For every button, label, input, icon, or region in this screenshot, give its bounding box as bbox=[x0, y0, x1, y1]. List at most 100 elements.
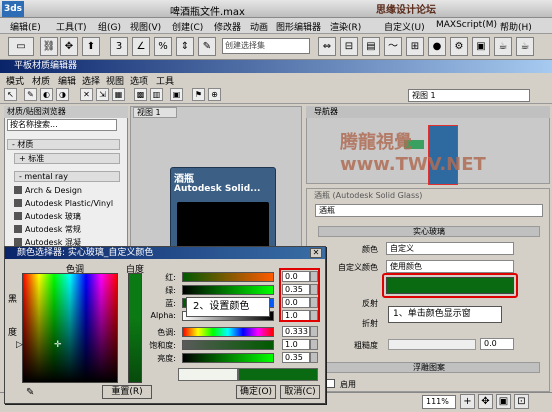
window-title: 啤酒瓶文件.max bbox=[170, 7, 245, 18]
red-slider[interactable] bbox=[182, 272, 274, 282]
saturation-spinner[interactable] bbox=[310, 339, 318, 350]
rollout-solid-glass[interactable]: 实心玻璃 bbox=[318, 226, 540, 237]
saturation-slider[interactable] bbox=[182, 340, 274, 350]
browser-search-input[interactable]: 按名称搜索... bbox=[7, 119, 117, 131]
zoom-region-icon[interactable]: ⊡ bbox=[514, 394, 529, 409]
material-editor-icon[interactable]: ● bbox=[428, 37, 446, 56]
schematic-icon[interactable]: ⊞ bbox=[406, 37, 424, 56]
eyedropper-icon[interactable]: ✎ bbox=[24, 88, 37, 101]
browser-item[interactable]: Autodesk 常规 bbox=[14, 224, 120, 236]
render-icon[interactable]: ☕ bbox=[494, 37, 512, 56]
pick-cursor-icon[interactable]: ↖ bbox=[4, 88, 17, 101]
hue-field[interactable] bbox=[22, 273, 118, 383]
browser-item[interactable]: Autodesk 玻璃 bbox=[14, 211, 120, 223]
menu-animation[interactable]: 动画 bbox=[250, 20, 268, 33]
show-map-icon[interactable]: ▦ bbox=[112, 88, 125, 101]
blue-label: 蓝: bbox=[165, 299, 176, 308]
material-name-input[interactable]: 酒瓶 bbox=[315, 204, 543, 217]
title-bar bbox=[0, 0, 552, 18]
menu-help[interactable]: 帮助(H) bbox=[500, 20, 532, 33]
enable-checkbox[interactable] bbox=[326, 379, 335, 388]
angle-snap-icon[interactable]: ∠ bbox=[132, 37, 150, 56]
browser-category-mentalray[interactable]: - mental ray bbox=[14, 171, 120, 182]
move-children-icon[interactable]: ⇲ bbox=[96, 88, 109, 101]
saturation-value[interactable]: 1.0 bbox=[282, 339, 310, 350]
menu-edit[interactable]: 编辑(E) bbox=[10, 20, 41, 33]
menu-rendering[interactable]: 渲染(R) bbox=[330, 20, 361, 33]
render-frame-icon[interactable]: ▣ bbox=[472, 37, 490, 56]
browser-item[interactable]: Autodesk Plastic/Vinyl bbox=[14, 198, 120, 210]
render-setup-icon[interactable]: ⚙ bbox=[450, 37, 468, 56]
menu-tools[interactable]: 工具(T) bbox=[56, 20, 87, 33]
assign-material-icon[interactable]: ◑ bbox=[56, 88, 69, 101]
menu-views[interactable]: 视图(V) bbox=[130, 20, 161, 33]
green-slider[interactable] bbox=[182, 285, 274, 295]
selection-set-dropdown[interactable]: 创建选择集 bbox=[222, 38, 310, 54]
undo-icon[interactable]: ▭ bbox=[8, 37, 34, 56]
mirror-icon[interactable]: ⇔ bbox=[318, 37, 336, 56]
link-icon[interactable]: ⛓ bbox=[40, 37, 58, 56]
refract-label: 折射 bbox=[362, 319, 378, 328]
material-id-icon[interactable]: ⚑ bbox=[192, 88, 205, 101]
rollout-bump[interactable]: 浮雕图案 bbox=[318, 362, 540, 373]
spinner-snap-icon[interactable]: ⇕ bbox=[176, 37, 194, 56]
menu-maxscript[interactable]: MAXScript(M) bbox=[436, 20, 497, 30]
pan-icon[interactable]: ✥ bbox=[478, 394, 493, 409]
zoom-level[interactable]: 111% bbox=[422, 395, 456, 409]
cancel-button[interactable]: 取消(C) bbox=[280, 385, 320, 399]
menu-customize[interactable]: 自定义(U) bbox=[384, 20, 425, 33]
navigate-icon[interactable]: ⊕ bbox=[208, 88, 221, 101]
percent-snap-icon[interactable]: % bbox=[154, 37, 172, 56]
view-tab[interactable]: 视图 1 bbox=[133, 107, 177, 118]
put-material-icon[interactable]: ◐ bbox=[40, 88, 53, 101]
browser-category-materials[interactable]: - 材质 bbox=[7, 139, 120, 150]
saturation-label: 饱和度: bbox=[149, 341, 176, 350]
align-icon[interactable]: ⊟ bbox=[340, 37, 358, 56]
layout-icon[interactable]: ▥ bbox=[150, 88, 163, 101]
browser-item-label: Arch & Design bbox=[25, 186, 82, 195]
ok-button[interactable]: 确定(O) bbox=[236, 385, 276, 399]
browser-item-label: Autodesk 玻璃 bbox=[25, 212, 81, 221]
value-value[interactable]: 0.35 bbox=[282, 352, 310, 363]
browser-category-standard[interactable]: + 标准 bbox=[14, 153, 120, 164]
green-label: 绿: bbox=[165, 286, 176, 295]
zoom-in-icon[interactable]: + bbox=[460, 394, 475, 409]
material-editor-title: 平板材质编辑器 bbox=[0, 60, 552, 73]
delete-icon[interactable]: ✕ bbox=[80, 88, 93, 101]
move-icon[interactable]: ✥ bbox=[60, 37, 78, 56]
view-select-dropdown[interactable]: 视图 1 bbox=[408, 89, 530, 102]
layer-icon[interactable]: ▤ bbox=[362, 37, 380, 56]
material-swatch-icon bbox=[14, 238, 22, 246]
close-icon[interactable]: ✕ bbox=[310, 248, 322, 258]
zoom-extents-icon[interactable]: ▣ bbox=[496, 394, 511, 409]
roughness-value[interactable]: 0.0 bbox=[480, 338, 514, 350]
custom-color-dropdown[interactable]: 使用颜色 bbox=[386, 260, 514, 273]
snap-icon[interactable]: 3 bbox=[110, 37, 128, 56]
hue-slider[interactable] bbox=[182, 327, 274, 337]
select-icon[interactable]: ⬆ bbox=[82, 37, 100, 56]
show-background-icon[interactable]: ▩ bbox=[134, 88, 147, 101]
callout-step1: 1、单击颜色显示窗 bbox=[388, 306, 502, 323]
curve-editor-icon[interactable]: 〜 bbox=[384, 37, 402, 56]
hue-value[interactable]: 0.333 bbox=[282, 326, 310, 337]
hue-spinner[interactable] bbox=[310, 326, 318, 337]
layout-children-icon[interactable]: ▣ bbox=[170, 88, 183, 101]
value-slider[interactable] bbox=[182, 353, 274, 363]
edit-named-sets-icon[interactable]: ✎ bbox=[198, 37, 216, 56]
app-logo-icon[interactable]: 3ds bbox=[2, 1, 24, 17]
hue-cursor-icon[interactable]: ✛ bbox=[54, 340, 62, 350]
render-production-icon[interactable]: ☕ bbox=[516, 37, 534, 56]
browser-item[interactable]: Arch & Design bbox=[14, 185, 120, 197]
menu-create[interactable]: 创建(C) bbox=[172, 20, 203, 33]
value-spinner[interactable] bbox=[310, 352, 318, 363]
roughness-slider[interactable] bbox=[388, 339, 476, 350]
color-dropdown[interactable]: 自定义 bbox=[386, 242, 514, 255]
whiteness-bar[interactable] bbox=[128, 273, 142, 383]
blackness-pointer-icon[interactable]: ▷ bbox=[16, 340, 23, 350]
reset-button[interactable]: 重置(R) bbox=[102, 385, 152, 399]
menu-group[interactable]: 组(G) bbox=[98, 20, 121, 33]
menu-graph-editors[interactable]: 图形编辑器 bbox=[276, 20, 321, 33]
menu-modifiers[interactable]: 修改器 bbox=[214, 20, 241, 33]
color-label: 颜色 bbox=[362, 245, 378, 254]
eyedropper-icon[interactable]: ✎ bbox=[26, 387, 34, 398]
